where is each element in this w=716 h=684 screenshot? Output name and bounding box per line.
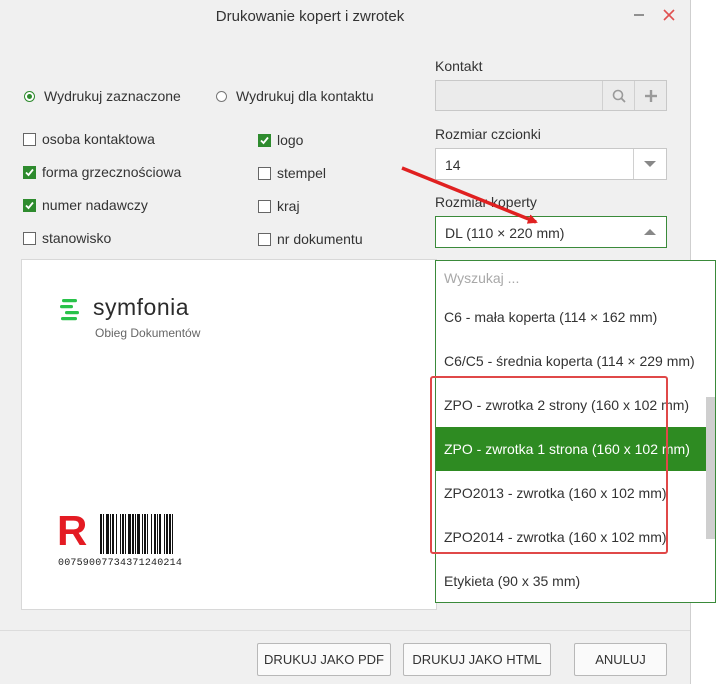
symfonia-logo-icon xyxy=(60,299,79,321)
minimize-icon[interactable] xyxy=(630,6,648,24)
registered-mark: R xyxy=(57,507,88,554)
barcode-bar xyxy=(125,514,126,554)
close-icon[interactable] xyxy=(660,6,678,24)
checkbox-box[interactable] xyxy=(258,199,271,213)
envelope-size-label: Rozmiar koperty xyxy=(435,194,537,210)
checkbox-box[interactable] xyxy=(258,232,271,246)
barcode-bar xyxy=(144,514,146,554)
checkbox-box[interactable] xyxy=(23,165,36,179)
cancel-button[interactable]: ANULUJ xyxy=(574,643,667,676)
radio-print-for-contact[interactable]: Wydrukuj dla kontaktu xyxy=(216,88,374,104)
checkbox-label: forma grzecznościowa xyxy=(42,164,182,180)
dialog-title: Drukowanie kopert i zwrotek xyxy=(215,8,405,25)
font-size-label: Rozmiar czcionki xyxy=(435,126,541,142)
plus-icon[interactable] xyxy=(634,81,667,110)
radio-label: Wydrukuj zaznaczone xyxy=(44,88,181,104)
dropdown-search-input[interactable]: Wyszukaj ... xyxy=(444,270,519,286)
dropdown-option[interactable]: C6 - mała koperta (114 × 162 mm) xyxy=(436,295,706,339)
checkbox-contact-person[interactable]: osoba kontaktowa xyxy=(23,131,155,147)
checkbox-label: stempel xyxy=(277,165,327,181)
barcode-bar xyxy=(159,514,161,554)
barcode-bar xyxy=(132,514,134,554)
checkbox-label: osoba kontaktowa xyxy=(42,131,155,147)
envelope-size-select[interactable]: DL (110 × 220 mm) xyxy=(435,216,667,248)
barcode-bar xyxy=(151,514,152,554)
barcode-bar xyxy=(103,514,104,554)
font-size-value: 14 xyxy=(445,157,461,173)
barcode-bar xyxy=(122,514,124,554)
barcode-bar xyxy=(157,514,158,554)
barcode-bar xyxy=(169,514,171,554)
barcode-bar xyxy=(154,514,156,554)
checkbox-courtesy-form[interactable]: forma grzecznościowa xyxy=(23,164,181,180)
checkbox-label: stanowisko xyxy=(42,230,112,246)
checkbox-box[interactable] xyxy=(258,133,271,147)
checkbox-country[interactable]: kraj xyxy=(258,198,300,214)
title-bar: Drukowanie kopert i zwrotek xyxy=(0,0,690,34)
checkbox-logo[interactable]: logo xyxy=(258,132,303,148)
barcode-bar xyxy=(112,514,114,554)
checkbox-stamp[interactable]: stempel xyxy=(258,165,326,181)
chevron-down-icon[interactable] xyxy=(633,149,666,179)
barcode-bar xyxy=(100,514,102,554)
contact-label: Kontakt xyxy=(435,58,483,74)
checkbox-label: kraj xyxy=(277,198,300,214)
barcode-bar xyxy=(106,514,109,554)
checkbox-box[interactable] xyxy=(258,166,271,180)
dropdown-scrollbar[interactable] xyxy=(706,397,715,539)
print-html-button[interactable]: DRUKUJ JAKO HTML xyxy=(403,643,551,676)
radio-print-selected[interactable]: Wydrukuj zaznaczone xyxy=(24,88,181,104)
checkbox-label: numer nadawczy xyxy=(42,197,148,213)
radio-label: Wydrukuj dla kontaktu xyxy=(236,88,374,104)
barcode-bar xyxy=(172,514,173,554)
checkbox-box[interactable] xyxy=(23,132,36,146)
barcode-number: 00759007734371240214 xyxy=(58,558,183,569)
barcode-bar xyxy=(147,514,148,554)
barcode xyxy=(100,514,173,554)
checkbox-label: logo xyxy=(277,132,304,148)
barcode-bar xyxy=(120,514,121,554)
logo-subtitle: Obieg Dokumentów xyxy=(95,326,201,340)
checkbox-box[interactable] xyxy=(23,198,36,212)
barcode-bar xyxy=(164,514,165,554)
checkbox-label: nr dokumentu xyxy=(277,231,363,247)
search-icon[interactable] xyxy=(602,81,635,110)
barcode-bar xyxy=(166,514,168,554)
logo-text: symfonia xyxy=(93,294,190,320)
checkbox-document-number[interactable]: nr dokumentu xyxy=(258,231,363,247)
checkbox-position[interactable]: stanowisko xyxy=(23,230,111,246)
barcode-bar xyxy=(116,514,117,554)
radio-button[interactable] xyxy=(216,90,227,102)
envelope-size-value: DL (110 × 220 mm) xyxy=(445,225,565,241)
chevron-up-icon[interactable] xyxy=(634,217,666,247)
footer-separator xyxy=(0,630,690,631)
dropdown-option[interactable]: Etykieta (90 x 35 mm) xyxy=(436,559,706,602)
highlight-box-annotation xyxy=(430,376,668,554)
radio-button[interactable] xyxy=(24,90,35,102)
checkbox-box[interactable] xyxy=(23,231,36,245)
envelope-preview: symfonia Obieg Dokumentów R 007590077343… xyxy=(21,259,437,610)
contact-field[interactable] xyxy=(435,80,667,111)
barcode-bar xyxy=(128,514,131,554)
barcode-bar xyxy=(137,514,140,554)
barcode-bar xyxy=(142,514,143,554)
print-pdf-button[interactable]: DRUKUJ JAKO PDF xyxy=(257,643,391,676)
checkbox-sender-number[interactable]: numer nadawczy xyxy=(23,197,148,213)
font-size-select[interactable]: 14 xyxy=(435,148,667,180)
barcode-bar xyxy=(135,514,136,554)
barcode-bar xyxy=(110,514,111,554)
